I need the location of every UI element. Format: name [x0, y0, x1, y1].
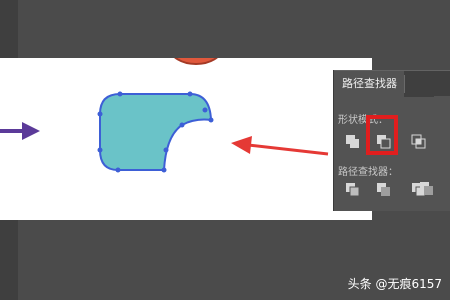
selected-tool-highlight [366, 115, 398, 155]
trim-icon[interactable] [375, 181, 393, 199]
intersect-icon[interactable] [410, 133, 428, 151]
pathfinders-label: 路径查找器： [338, 167, 398, 178]
purple-arrow-icon [0, 122, 40, 140]
panel-tabbar: 路径查找器 [334, 71, 450, 97]
watermark: 头条 @无痕6157 [348, 275, 442, 292]
tab-divider [404, 75, 405, 93]
tab-pathfinder[interactable]: 路径查找器 [334, 71, 404, 97]
unite-icon[interactable] [344, 133, 362, 151]
crop-icon[interactable] [418, 180, 436, 198]
top-circle-shape[interactable] [170, 32, 222, 65]
subtracted-shape[interactable] [97, 91, 214, 173]
panel-scroll-area [434, 96, 450, 210]
divide-icon[interactable] [344, 181, 362, 199]
watermark-text: 头条 @无痕6157 [347, 277, 442, 291]
red-arrow-icon [231, 136, 329, 156]
